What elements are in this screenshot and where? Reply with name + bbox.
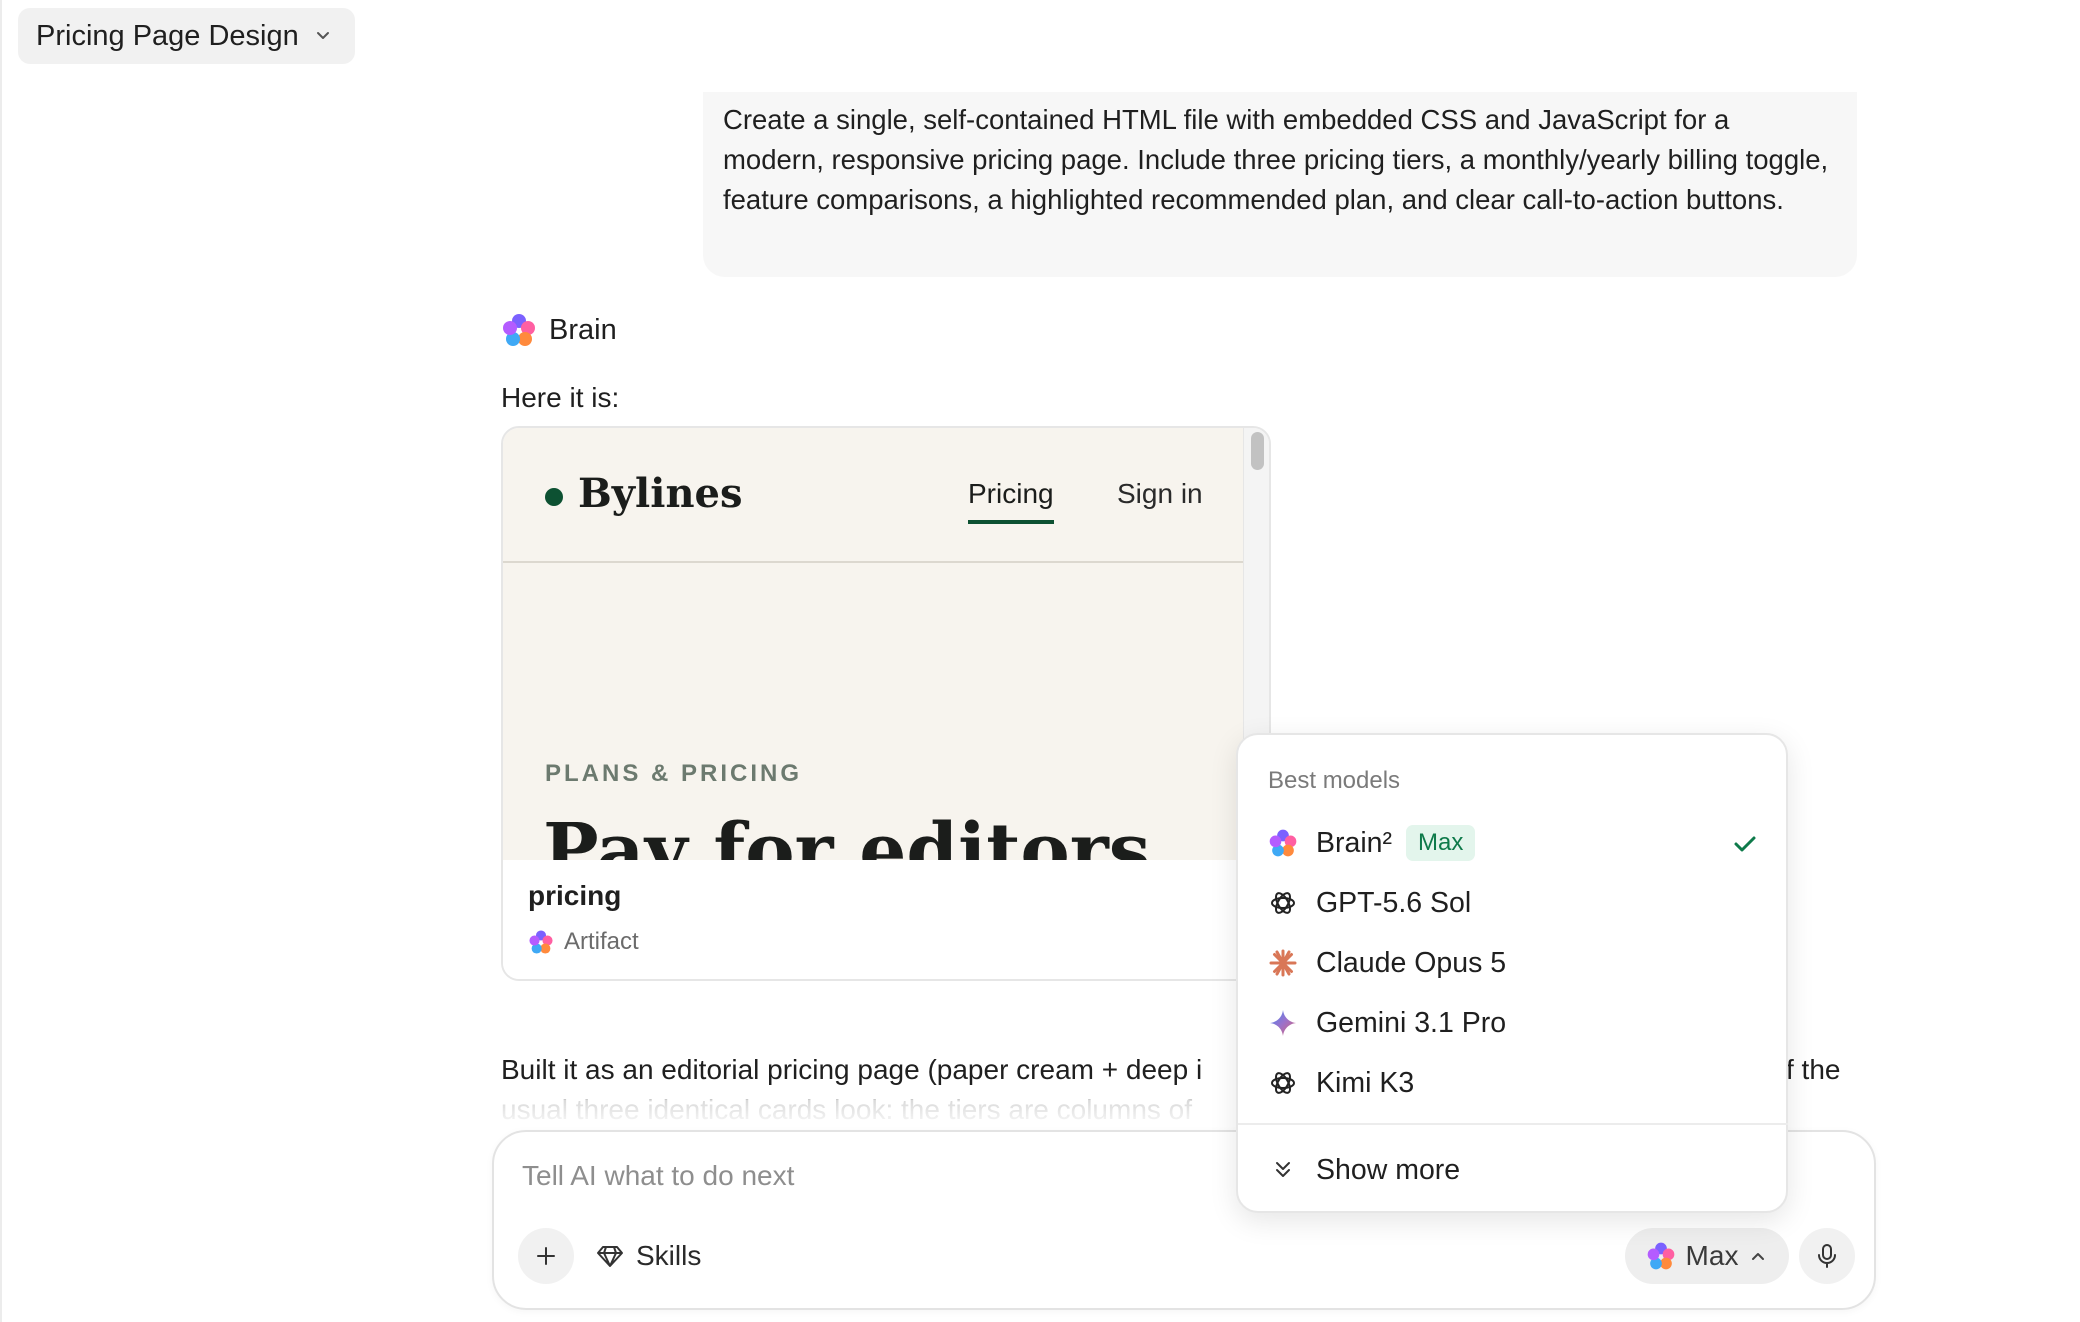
claude-logo-icon	[1269, 949, 1297, 977]
gemini-logo-icon	[1270, 1010, 1296, 1036]
user-message-text: Create a single, self-contained HTML fil…	[723, 104, 1829, 215]
microphone-button[interactable]	[1799, 1228, 1855, 1284]
brain-logo-icon	[1269, 829, 1297, 857]
conversation-title: Pricing Page Design	[36, 19, 299, 52]
assistant-intro-text: Here it is:	[501, 382, 620, 413]
openai-logo-icon	[1271, 1072, 1295, 1094]
model-option-claude[interactable]: Claude Opus 5	[1238, 935, 1790, 991]
brain-logo-icon	[1647, 1242, 1674, 1270]
assistant-header: Brain	[501, 312, 617, 348]
preview-eyebrow: PLANS & PRICING	[545, 760, 803, 787]
skills-label: Skills	[636, 1240, 702, 1271]
artifact-footer	[503, 860, 1269, 979]
max-badge: Max	[1406, 825, 1476, 861]
model-option-label: Gemini 3.1 Pro	[1316, 1006, 1507, 1039]
body-visible-end: f the	[1786, 1054, 1841, 1085]
preview-brand: Bylines	[578, 470, 743, 517]
conversation-title-dropdown[interactable]: Pricing Page Design	[18, 8, 355, 64]
model-option-kimi[interactable]: Kimi K3	[1238, 1055, 1790, 1111]
show-more-label: Show more	[1316, 1153, 1461, 1186]
brain-logo-icon	[503, 314, 535, 346]
model-option-brain2[interactable]: Brain² Max	[1238, 815, 1790, 871]
window-left-border	[0, 0, 2, 1322]
brand-dot-icon	[545, 488, 563, 506]
chevron-down-icon	[316, 32, 329, 39]
model-option-gemini[interactable]: Gemini 3.1 Pro	[1238, 995, 1790, 1051]
model-option-label: Claude Opus 5	[1316, 946, 1507, 979]
artifact-type: Artifact	[528, 928, 639, 956]
artifact-card[interactable]: Bylines Pricing Sign in PLANS & PRICING …	[501, 426, 1271, 981]
microphone-icon	[1818, 1244, 1836, 1268]
artifact-name: pricing	[528, 880, 622, 911]
checkmark-icon	[1734, 836, 1756, 852]
double-chevron-down-icon	[1276, 1162, 1290, 1177]
model-menu-section-label: Best models	[1268, 767, 1401, 794]
body-visible-text: Built it as an editorial pricing page (p…	[501, 1054, 1203, 1085]
model-menu: Best models Brain² Max GPT-5.6 Sol Claud…	[1236, 733, 1788, 1213]
show-more-button[interactable]: Show more	[1238, 1142, 1790, 1198]
openai-logo-icon	[1271, 892, 1295, 914]
preview-navbar: Bylines Pricing Sign in	[503, 428, 1243, 563]
model-option-label: Brain²	[1316, 826, 1393, 859]
gem-icon	[597, 1246, 623, 1267]
artifact-type-label: Artifact	[564, 928, 639, 955]
brain-logo-icon	[529, 930, 553, 954]
assistant-name: Brain	[549, 313, 617, 346]
model-selector-button[interactable]: Max	[1625, 1228, 1789, 1284]
user-message: Create a single, self-contained HTML fil…	[703, 92, 1857, 277]
plus-icon	[537, 1247, 555, 1265]
skills-button[interactable]: Skills	[596, 1230, 701, 1282]
preview-headline: Pay for editors	[543, 808, 1151, 860]
model-selector-label: Max	[1685, 1240, 1739, 1271]
model-option-label: GPT-5.6 Sol	[1316, 886, 1472, 919]
preview-nav-signin[interactable]: Sign in	[1117, 478, 1203, 510]
prompt-input[interactable]	[522, 1160, 1322, 1192]
menu-divider	[1238, 1123, 1788, 1125]
add-attachment-button[interactable]	[518, 1228, 574, 1284]
artifact-preview[interactable]: Bylines Pricing Sign in PLANS & PRICING …	[503, 428, 1243, 860]
preview-nav-pricing[interactable]: Pricing	[968, 478, 1054, 524]
scrollbar-thumb[interactable]	[1251, 432, 1264, 470]
model-option-gpt[interactable]: GPT-5.6 Sol	[1238, 875, 1790, 931]
model-option-label: Kimi K3	[1316, 1066, 1415, 1099]
chevron-up-icon	[1752, 1253, 1765, 1260]
